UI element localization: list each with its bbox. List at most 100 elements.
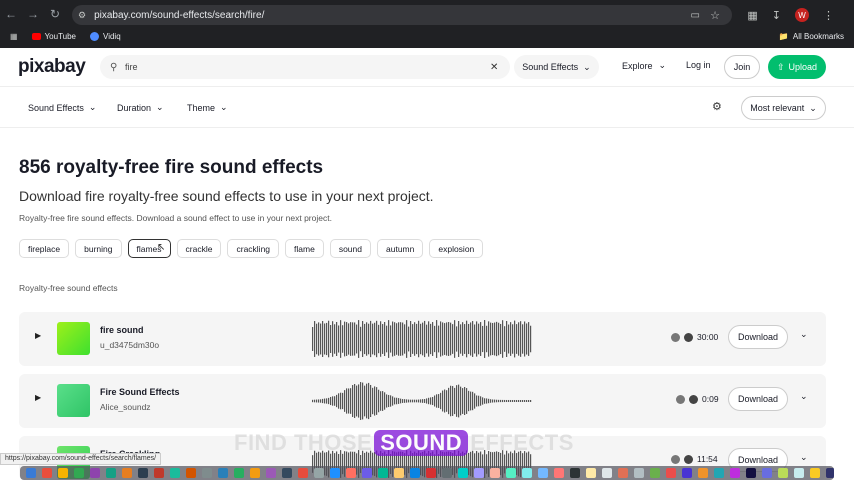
dock-app-icon[interactable] [506,468,516,478]
track-row[interactable]: ▶ Fire Sound Effects Alice_soundz 0:09 D… [19,374,826,428]
filter-duration[interactable]: Duration ⌄ [117,102,164,113]
filter-sound-effects[interactable]: Sound Effects ⌄ [28,102,96,113]
dock-app-icon[interactable] [58,468,68,478]
dock-app-icon[interactable] [90,468,100,478]
dock-app-icon[interactable] [26,468,36,478]
dock-app-icon[interactable] [490,468,500,478]
search-type-select[interactable]: Sound Effects ⌄ [514,55,599,79]
dock-app-icon[interactable] [634,468,644,478]
dock-app-icon[interactable] [202,468,212,478]
clear-icon[interactable]: ✕ [490,62,498,73]
dock-app-icon[interactable] [330,468,340,478]
dock-app-icon[interactable] [746,468,756,478]
dock-app-icon[interactable] [122,468,132,478]
dock-app-icon[interactable] [650,468,660,478]
dock-app-icon[interactable] [586,468,596,478]
dock-app-icon[interactable] [698,468,708,478]
dock-app-icon[interactable] [794,468,804,478]
track-waveform[interactable] [312,320,532,358]
dock-app-icon[interactable] [810,468,820,478]
dock-app-icon[interactable] [410,468,420,478]
dock-app-icon[interactable] [666,468,676,478]
tag-crackling[interactable]: crackling [227,239,280,258]
dock-app-icon[interactable] [714,468,724,478]
dock-app-icon[interactable] [362,468,372,478]
dock-app-icon[interactable] [266,468,276,478]
dock-app-icon[interactable] [234,468,244,478]
download-icon[interactable]: ↧ [772,9,781,22]
dock-app-icon[interactable] [394,468,404,478]
download-button[interactable]: Download [728,387,788,411]
login-link[interactable]: Log in [686,60,711,70]
track-waveform[interactable] [312,382,532,420]
explore-menu[interactable]: Explore ⌄ [622,60,666,71]
dock-app-icon[interactable] [522,468,532,478]
dock-app-icon[interactable] [538,468,548,478]
dock-app-icon[interactable] [74,468,84,478]
menu-icon[interactable]: ⋮ [823,9,834,22]
sort-select[interactable]: Most relevant ⌄ [741,96,826,120]
dock-app-icon[interactable] [314,468,324,478]
play-icon[interactable]: ▶ [35,393,41,402]
apps-icon[interactable]: ▦ [10,32,18,41]
gear-icon[interactable]: ⚙ [712,100,722,113]
dock-app-icon[interactable] [138,468,148,478]
dock-app-icon[interactable] [346,468,356,478]
upload-button[interactable]: ⇧ Upload [768,55,826,79]
bookmark-youtube[interactable]: YouTube [31,32,76,41]
tag-fireplace[interactable]: fireplace [19,239,70,258]
all-bookmarks[interactable]: 📁 All Bookmarks [779,32,844,41]
site-info-icon[interactable]: ⚙ [78,10,86,21]
dock-app-icon[interactable] [426,468,436,478]
track-author[interactable]: u_d3475dm30o [100,340,159,350]
dock-app-icon[interactable] [250,468,260,478]
dock-app-icon[interactable] [778,468,788,478]
search-bar[interactable]: ⚲ fire ✕ [100,55,510,79]
cast-icon[interactable]: ▭ [691,10,700,21]
reload-icon[interactable]: ↻ [44,7,66,21]
address-bar[interactable]: ⚙ pixabay.com/sound-effects/search/fire/… [72,5,732,25]
join-button[interactable]: Join [724,55,760,79]
dock-app-icon[interactable] [218,468,228,478]
tag-explosion[interactable]: explosion [429,239,484,258]
pixabay-logo[interactable]: pixabay [18,56,86,78]
extensions-icon[interactable]: ▦ [747,9,757,22]
dock-app-icon[interactable] [42,468,52,478]
tag-autumn[interactable]: autumn [377,239,424,258]
dock-app-icon[interactable] [170,468,180,478]
download-button[interactable]: Download [728,325,788,349]
play-icon[interactable]: ▶ [35,331,41,340]
tag-sound[interactable]: sound [329,239,371,258]
dock-app-icon[interactable] [378,468,388,478]
profile-avatar[interactable]: W [795,8,809,22]
dock-app-icon[interactable] [682,468,692,478]
bookmark-star-icon[interactable]: ☆ [710,9,720,22]
dock-app-icon[interactable] [186,468,196,478]
track-author[interactable]: Alice_soundz [100,402,151,412]
chevron-down-icon[interactable]: ⌄ [800,452,808,463]
back-icon[interactable]: ← [0,7,22,21]
dock-app-icon[interactable] [282,468,292,478]
track-title[interactable]: fire sound [100,325,144,335]
tag-crackle[interactable]: crackle [176,239,222,258]
dock-app-icon[interactable] [106,468,116,478]
dock-app-icon[interactable] [570,468,580,478]
track-title[interactable]: Fire Sound Effects [100,387,180,397]
filter-theme[interactable]: Theme ⌄ [187,102,228,113]
bookmark-vidiq[interactable]: Vidiq [90,31,121,41]
tag-burning[interactable]: burning [75,239,122,258]
dock-app-icon[interactable] [442,468,452,478]
dock-app-icon[interactable] [458,468,468,478]
chevron-down-icon[interactable]: ⌄ [800,329,808,340]
dock-app-icon[interactable] [298,468,308,478]
dock-app-icon[interactable] [826,468,834,478]
dock-app-icon[interactable] [554,468,564,478]
track-row[interactable]: ▶ fire sound u_d3475dm30o 30:00 Download… [19,312,826,366]
dock-app-icon[interactable] [602,468,612,478]
dock-app-icon[interactable] [618,468,628,478]
chevron-down-icon[interactable]: ⌄ [800,391,808,402]
dock-app-icon[interactable] [154,468,164,478]
search-input[interactable]: fire [125,62,138,72]
url-text[interactable]: pixabay.com/sound-effects/search/fire/ [94,10,264,21]
tag-flame[interactable]: flame [285,239,324,258]
